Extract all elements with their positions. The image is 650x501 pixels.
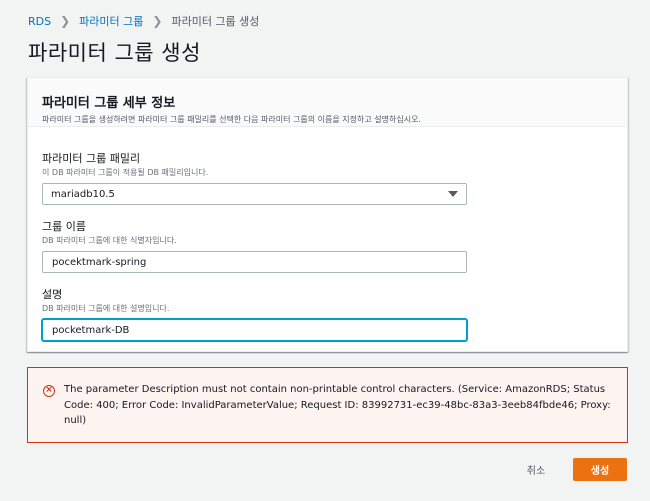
group-name-input[interactable] <box>42 251 467 273</box>
family-select-value: mariadb10.5 <box>51 188 115 200</box>
cancel-button[interactable]: 취소 <box>510 458 562 480</box>
breadcrumb: RDS ❯ 파라미터 그룹 ❯ 파라미터 그룹 생성 <box>28 13 259 29</box>
description-description: DB 파라미터 그룹에 대한 설명입니다. <box>42 304 170 313</box>
chevron-right-icon: ❯ <box>60 14 71 28</box>
group-name-label: 그룹 이름 <box>42 220 86 233</box>
error-alert: × The parameter Description must not con… <box>27 367 628 443</box>
group-name-description: DB 파라미터 그룹에 대한 식별자입니다. <box>42 236 177 245</box>
family-field: 파라미터 그룹 패밀리 이 DB 파라미터 그룹이 적용될 DB 패밀리입니다.… <box>42 150 467 205</box>
panel-title: 파라미터 그룹 세부 정보 <box>42 96 176 111</box>
chevron-right-icon: ❯ <box>152 14 163 28</box>
parameter-group-details-panel: 파라미터 그룹 세부 정보 파라미터 그룹을 생성하려면 파라미터 그룹 패밀리… <box>27 77 628 352</box>
panel-description: 파라미터 그룹을 생성하려면 파라미터 그룹 패밀리를 선택한 다음 파라미터 … <box>42 115 421 124</box>
description-label: 설명 <box>42 288 63 301</box>
error-message: The parameter Description must not conta… <box>64 384 611 426</box>
create-button[interactable]: 생성 <box>573 458 627 481</box>
family-select[interactable]: mariadb10.5 <box>42 183 467 205</box>
description-field: 설명 DB 파라미터 그룹에 대한 설명입니다. <box>42 286 467 341</box>
panel-header: 파라미터 그룹 세부 정보 파라미터 그룹을 생성하려면 파라미터 그룹 패밀리… <box>28 78 627 127</box>
description-input[interactable] <box>42 319 467 341</box>
page-title: 파라미터 그룹 생성 <box>28 41 201 65</box>
group-name-field: 그룹 이름 DB 파라미터 그룹에 대한 식별자입니다. <box>42 218 467 273</box>
breadcrumb-current: 파라미터 그룹 생성 <box>171 15 260 28</box>
error-x-circle-icon: × <box>43 385 55 397</box>
family-description: 이 DB 파라미터 그룹이 적용될 DB 패밀리입니다. <box>42 168 209 177</box>
breadcrumb-parameter-groups-link[interactable]: 파라미터 그룹 <box>79 13 143 29</box>
caret-down-icon <box>448 191 458 197</box>
family-label: 파라미터 그룹 패밀리 <box>42 152 141 165</box>
breadcrumb-rds-link[interactable]: RDS <box>28 15 51 28</box>
